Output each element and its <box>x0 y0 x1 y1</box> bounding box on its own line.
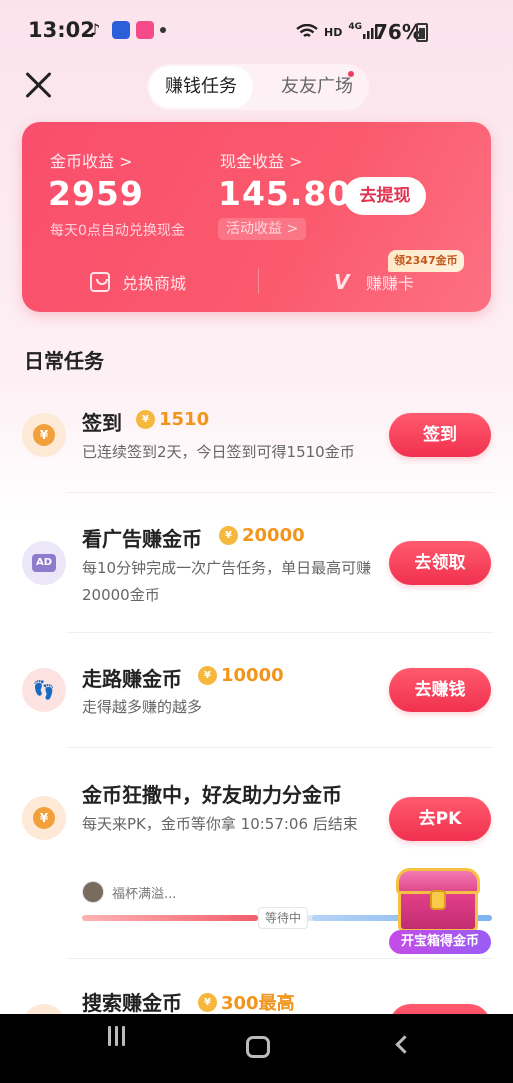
cash-earnings-link[interactable]: 现金收益 > <box>220 148 303 172</box>
tab-switcher: 赚钱任务 友友广场 <box>147 64 369 110</box>
v-card-icon: V <box>334 270 350 294</box>
wifi-icon <box>296 24 318 37</box>
status-time: 13:02 <box>28 18 95 42</box>
baidu-paw-icon <box>112 21 130 39</box>
row-divider <box>66 747 494 748</box>
task-reward: ¥ 1510 <box>136 409 209 430</box>
recent-apps-icon[interactable] <box>105 1026 127 1048</box>
hd-label: HD <box>324 25 343 39</box>
app-notification-icon <box>136 21 154 39</box>
daily-tasks-title: 日常任务 <box>24 349 104 373</box>
coin-mini-icon: ¥ <box>198 666 217 685</box>
exchange-shop-label: 兑换商城 <box>122 274 187 293</box>
earnings-card: 金币收益 > 2959 每天0点自动兑换现金 现金收益 > 145.80 活动收… <box>22 122 491 312</box>
exchange-shop-link[interactable]: 兑换商城 <box>90 270 186 294</box>
coin-icon: ¥ <box>22 796 66 840</box>
task-reward: ¥ 10000 <box>198 665 284 686</box>
task-title: 签到 <box>82 411 122 435</box>
pk-button[interactable]: 去PK <box>389 797 491 841</box>
task-title: 搜索赚金币 <box>82 991 182 1015</box>
task-title: 看广告赚金币 <box>82 527 202 551</box>
task-reward-value: 10000 <box>221 665 284 686</box>
battery-icon <box>416 23 428 42</box>
coin-exchange-note: 每天0点自动兑换现金 <box>50 223 185 239</box>
earn-card-badge: 领2347金币 <box>388 250 464 272</box>
task-desc: 走得越多赚的越多 <box>82 698 203 716</box>
more-notifications-dot-icon <box>160 27 166 33</box>
task-desc: 已连续签到2天，今日签到可得1510金币 <box>82 443 355 461</box>
task-title: 走路赚金币 <box>82 667 182 691</box>
card-divider <box>258 268 259 294</box>
ad-icon: AD <box>22 541 66 585</box>
claim-button[interactable]: 去领取 <box>389 541 491 585</box>
earn-card-label: 赚赚卡 <box>366 274 415 293</box>
cell-type-label: 4G <box>348 22 362 32</box>
tiktok-icon: ♪ <box>90 20 101 39</box>
signal-indicators: HD 4G <box>296 22 378 40</box>
coin-icon: ¥ <box>22 413 66 457</box>
status-bar: 13:02 ♪ HD 4G 76% <box>0 0 513 64</box>
new-indicator-dot <box>348 71 354 77</box>
task-reward: ¥ 300最高 <box>198 989 295 1015</box>
close-button[interactable] <box>24 70 54 100</box>
row-divider <box>66 492 494 493</box>
row-divider <box>66 958 494 959</box>
task-reward-value: 1510 <box>159 409 210 430</box>
coin-mini-icon: ¥ <box>219 526 238 545</box>
coin-mini-icon: ¥ <box>136 410 155 429</box>
cash-earnings-value: 145.80 <box>218 174 352 213</box>
signin-button[interactable]: 签到 <box>389 413 491 457</box>
earn-card-link[interactable]: V 赚赚卡 <box>334 270 414 294</box>
footsteps-icon: 👣 <box>22 668 66 712</box>
helper-name: 福杯满溢... <box>112 887 177 902</box>
battery-percent: 76% <box>374 20 422 44</box>
row-divider <box>66 632 494 633</box>
pk-progress-status: 等待中 <box>258 907 309 929</box>
treasure-label[interactable]: 开宝箱得金币 <box>389 930 491 954</box>
pk-progress-left <box>82 915 258 921</box>
home-icon[interactable] <box>246 1036 270 1058</box>
task-title: 金币狂撒中，好友助力分金币 <box>82 783 342 807</box>
task-reward-value: 20000 <box>242 525 305 546</box>
task-reward-value: 300最高 <box>221 993 295 1014</box>
task-reward: ¥ 20000 <box>219 525 305 546</box>
avatar <box>82 881 104 903</box>
coin-earnings-link[interactable]: 金币收益 > <box>50 148 133 172</box>
notification-icons: ♪ <box>90 20 166 40</box>
task-desc: 每10分钟完成一次广告任务，单日最高可赚20000金币 <box>82 559 372 604</box>
activity-earnings-link[interactable]: 活动收益 > <box>218 218 307 240</box>
coin-mini-icon: ¥ <box>198 992 217 1012</box>
tab-earn-tasks[interactable]: 赚钱任务 <box>149 66 253 108</box>
shopping-bag-icon <box>90 272 110 292</box>
withdraw-button[interactable]: 去提现 <box>344 177 426 215</box>
task-desc: 每天来PK，金币等你拿 10:57:06 后结束 <box>82 815 358 833</box>
earn-walk-button[interactable]: 去赚钱 <box>389 668 491 712</box>
treasure-chest-icon[interactable] <box>392 862 484 934</box>
coin-earnings-value: 2959 <box>48 174 144 213</box>
